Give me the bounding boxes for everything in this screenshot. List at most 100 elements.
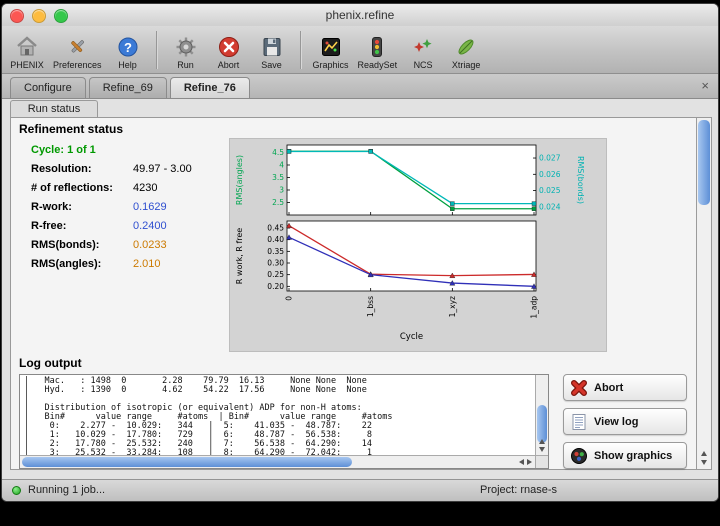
view-log-button-label: View log	[594, 416, 638, 428]
main-vertical-scroll-thumb[interactable]	[698, 120, 710, 205]
stat-row: RMS(bonds): 0.0233	[31, 239, 231, 255]
tab-run-status[interactable]: Run status	[10, 100, 98, 118]
tab-refine-69[interactable]: Refine_69	[89, 77, 167, 98]
abort-button[interactable]: Abort	[563, 374, 687, 401]
status-text: Running 1 job...	[28, 480, 105, 501]
log-output-heading: Log output	[19, 356, 82, 370]
toolbar-preferences-button[interactable]: Preferences	[53, 35, 102, 70]
main-vertical-scrollbar[interactable]	[696, 118, 711, 469]
svg-text:Cycle: Cycle	[400, 332, 423, 342]
stat-row: Resolution: 49.97 - 3.00	[31, 163, 231, 179]
save-floppy-icon	[260, 35, 284, 59]
refinement-chart-svg: 2.533.544.50.0240.0250.0260.027RMS(bonds…	[230, 139, 606, 351]
abort-x-icon	[570, 379, 588, 397]
toolbar-save-button[interactable]: Save	[255, 35, 289, 70]
toolbar-label: Abort	[218, 60, 240, 70]
show-graphics-button-label: Show graphics	[594, 450, 672, 462]
log-vertical-scrollbar[interactable]	[535, 375, 548, 455]
toolbar-help-button[interactable]: ? Help	[111, 35, 145, 70]
stat-row: RMS(angles): 2.010	[31, 258, 231, 274]
scroll-left-arrow-icon[interactable]	[519, 459, 524, 465]
toolbar-abort-button[interactable]: Abort	[212, 35, 246, 70]
svg-text:0.45: 0.45	[267, 224, 284, 233]
view-log-button[interactable]: View log	[563, 408, 687, 435]
svg-text:0.024: 0.024	[539, 202, 561, 211]
scrollbar-corner	[535, 455, 548, 468]
preferences-tools-icon	[65, 35, 89, 59]
stat-value: 2.010	[133, 258, 161, 270]
svg-text:0.40: 0.40	[267, 235, 284, 244]
status-bar: Running 1 job... Project: rnase-s	[2, 479, 718, 501]
stat-label: Resolution:	[31, 163, 92, 175]
stat-label: R-work:	[31, 201, 72, 213]
stat-label: # of reflections:	[31, 182, 113, 194]
svg-text:RMS(angles): RMS(angles)	[235, 155, 244, 205]
scroll-up-arrow-icon[interactable]	[701, 451, 707, 456]
svg-text:4.5: 4.5	[272, 148, 284, 157]
window-title: phenix.refine	[2, 4, 718, 26]
toolbar-label: NCS	[414, 60, 433, 70]
svg-text:0.25: 0.25	[267, 270, 284, 279]
log-vertical-scroll-thumb[interactable]	[537, 405, 547, 443]
svg-text:0.35: 0.35	[267, 247, 284, 256]
log-horizontal-scrollbar[interactable]	[20, 455, 535, 468]
stat-value: 49.97 - 3.00	[133, 163, 192, 175]
toolbar-label: Help	[118, 60, 137, 70]
scroll-right-arrow-icon[interactable]	[527, 459, 532, 465]
svg-text:1_xyz: 1_xyz	[448, 296, 457, 317]
stat-label: R-free:	[31, 220, 66, 232]
toolbar-label: Preferences	[53, 60, 102, 70]
svg-text:R work, R free: R work, R free	[235, 228, 244, 285]
stat-row: R-work: 0.1629	[31, 201, 231, 217]
toolbar-phenix-button[interactable]: PHENIX	[10, 35, 44, 70]
svg-text:0.025: 0.025	[539, 186, 561, 195]
svg-text:0.20: 0.20	[267, 282, 284, 291]
toolbar-separator	[156, 31, 158, 69]
show-graphics-button[interactable]: Show graphics	[563, 442, 687, 469]
abort-cross-icon	[217, 35, 241, 59]
toolbar-label: Graphics	[313, 60, 349, 70]
toolbar-ncs-button[interactable]: NCS	[406, 35, 440, 70]
svg-text:1_bss: 1_bss	[366, 296, 375, 317]
stat-value: 0.0233	[133, 239, 167, 251]
scroll-up-arrow-icon[interactable]	[539, 439, 545, 444]
toolbar-run-button[interactable]: Run	[169, 35, 203, 70]
tab-bar: Configure Refine_69 Refine_76 ×	[2, 74, 718, 99]
log-horizontal-scroll-thumb[interactable]	[22, 457, 352, 467]
svg-text:3: 3	[279, 186, 284, 195]
svg-text:0.026: 0.026	[539, 170, 561, 179]
phenix-home-icon	[15, 35, 39, 59]
toolbar: PHENIX Preferences ? Help Run Abort Save…	[2, 26, 718, 74]
help-question-icon: ?	[116, 35, 140, 59]
tab-configure[interactable]: Configure	[10, 77, 86, 98]
scroll-down-arrow-icon[interactable]	[539, 447, 545, 452]
stat-label: RMS(angles):	[31, 258, 101, 270]
svg-text:3.5: 3.5	[272, 173, 284, 182]
svg-text:2.5: 2.5	[272, 198, 284, 207]
svg-text:RMS(bonds): RMS(bonds)	[576, 156, 585, 204]
stat-value: 0.2400	[133, 220, 167, 232]
running-status-dot-icon	[12, 486, 21, 495]
close-tab-icon[interactable]: ×	[701, 78, 709, 93]
run-status-panel: Refinement status Cycle: 1 of 1 Resoluti…	[10, 117, 712, 470]
svg-text:0.027: 0.027	[539, 154, 561, 163]
toolbar-separator	[300, 31, 302, 69]
view-log-document-icon	[570, 413, 588, 431]
toolbar-xtriage-button[interactable]: Xtriage	[449, 35, 483, 70]
scroll-down-arrow-icon[interactable]	[701, 460, 707, 465]
svg-text:0: 0	[285, 296, 294, 301]
xtriage-icon	[454, 35, 478, 59]
stat-row: R-free: 0.2400	[31, 220, 231, 236]
content-area: Run status Refinement status Cycle: 1 of…	[2, 99, 718, 480]
toolbar-graphics-button[interactable]: Graphics	[313, 35, 349, 70]
svg-text:0.30: 0.30	[267, 259, 284, 268]
log-text: | Mac. : 1498 0 2.28 79.79 16.13 None No…	[20, 375, 535, 455]
readyset-traffic-light-icon	[365, 35, 389, 59]
toolbar-label: PHENIX	[10, 60, 44, 70]
project-label: Project: rnase-s	[480, 480, 557, 501]
stat-row: # of reflections: 4230	[31, 182, 231, 198]
toolbar-readyset-button[interactable]: ReadySet	[358, 35, 398, 70]
tab-refine-76[interactable]: Refine_76	[170, 77, 250, 98]
svg-text:1_adp: 1_adp	[530, 296, 539, 319]
log-output-box: | Mac. : 1498 0 2.28 79.79 16.13 None No…	[19, 374, 549, 469]
